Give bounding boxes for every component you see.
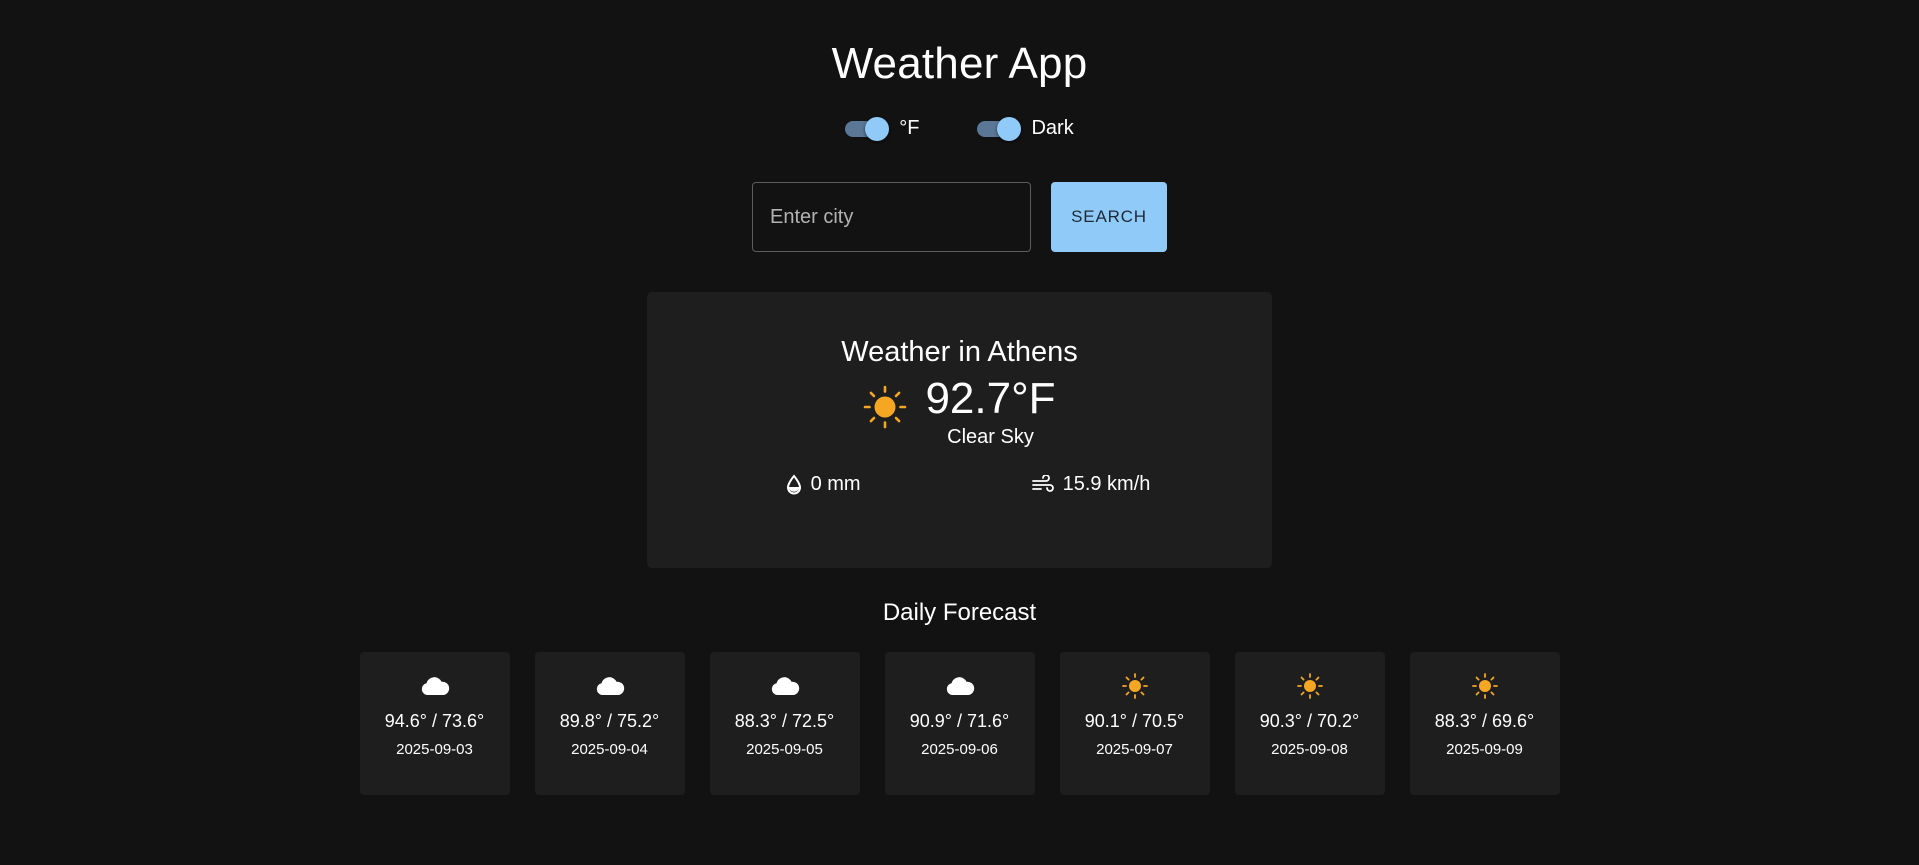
forecast-icon-slot (1121, 673, 1148, 699)
forecast-day-card: 90.3° / 70.2° 2025-09-08 (1234, 652, 1385, 795)
forecast-temps: 88.3° / 69.6° (1434, 711, 1535, 731)
precipitation-metric: 0 mm (785, 473, 861, 496)
search-button[interactable]: SEARCH (1051, 182, 1167, 252)
sun-icon (1296, 673, 1323, 699)
forecast-list: 94.6° / 73.6° 2025-09-03 89.8° / 75.2° 2… (359, 652, 1560, 795)
unit-toggle[interactable]: °F (845, 111, 919, 145)
forecast-day-card: 88.3° / 72.5° 2025-09-05 (709, 652, 860, 795)
sun-icon (1471, 673, 1498, 699)
forecast-icon-slot (1471, 673, 1498, 699)
wind-icon (1031, 474, 1054, 492)
settings-toggles: °F Dark (845, 111, 1074, 145)
current-temperature: 92.7°F (925, 374, 1056, 423)
sun-icon (864, 385, 907, 429)
forecast-temps: 90.1° / 70.5° (1084, 711, 1185, 731)
wind-metric: 15.9 km/h (1031, 473, 1151, 496)
forecast-date: 2025-09-09 (1446, 741, 1523, 758)
page-title: Weather App (831, 39, 1088, 88)
forecast-temps: 94.6° / 73.6° (384, 711, 485, 731)
unit-switch[interactable] (845, 111, 890, 145)
cloud-icon (421, 677, 449, 695)
forecast-icon-slot (769, 674, 801, 698)
cloud-icon (946, 677, 974, 695)
temperature-block: 92.7°F Clear Sky (925, 374, 1055, 449)
forecast-icon-slot (419, 674, 451, 698)
weather-metrics: 0 mm 15.9 km/h (647, 473, 1272, 496)
forecast-date: 2025-09-04 (571, 741, 648, 758)
weather-app: Weather App °F Dark SEARCH Weather in At… (0, 0, 1919, 865)
forecast-day-card: 94.6° / 73.6° 2025-09-03 (359, 652, 510, 795)
forecast-date: 2025-09-08 (1271, 741, 1348, 758)
forecast-day-card: 90.1° / 70.5° 2025-09-07 (1059, 652, 1210, 795)
theme-switch-thumb[interactable] (997, 117, 1022, 141)
forecast-day-card: 88.3° / 69.6° 2025-09-09 (1409, 652, 1560, 795)
droplet-icon (786, 473, 801, 494)
city-input[interactable] (752, 182, 1031, 252)
forecast-date: 2025-09-07 (1096, 741, 1173, 758)
precipitation-value: 0 mm (810, 473, 861, 495)
forecast-icon-slot (594, 674, 626, 698)
forecast-date: 2025-09-03 (396, 741, 473, 758)
forecast-icon-slot (1296, 673, 1323, 699)
forecast-day-card: 90.9° / 71.6° 2025-09-06 (884, 652, 1035, 795)
theme-toggle[interactable]: Dark (977, 111, 1074, 145)
unit-switch-thumb[interactable] (865, 117, 890, 141)
forecast-icon-slot (944, 674, 976, 698)
forecast-day-card: 89.8° / 75.2° 2025-09-04 (534, 652, 685, 795)
forecast-temps: 89.8° / 75.2° (559, 711, 660, 731)
forecast-temps: 90.3° / 70.2° (1259, 711, 1360, 731)
forecast-date: 2025-09-06 (921, 741, 998, 758)
wind-value: 15.9 km/h (1062, 473, 1151, 495)
current-weather-summary: 92.7°F Clear Sky (863, 374, 1056, 449)
theme-toggle-label: Dark (1031, 117, 1074, 139)
cloud-icon (596, 677, 624, 695)
forecast-date: 2025-09-05 (746, 741, 823, 758)
forecast-temps: 90.9° / 71.6° (909, 711, 1010, 731)
cloud-icon (771, 677, 799, 695)
current-weather-card: Weather in Athens 92.7°F Clear Sky 0 mm … (647, 292, 1272, 568)
search-bar: SEARCH (752, 182, 1167, 252)
forecast-title: Daily Forecast (882, 599, 1037, 626)
current-weather-title: Weather in Athens (841, 336, 1078, 368)
sun-icon (1121, 673, 1148, 699)
unit-toggle-label: °F (899, 117, 920, 139)
forecast-temps: 88.3° / 72.5° (734, 711, 835, 731)
current-condition: Clear Sky (947, 426, 1034, 448)
theme-switch[interactable] (977, 111, 1022, 145)
